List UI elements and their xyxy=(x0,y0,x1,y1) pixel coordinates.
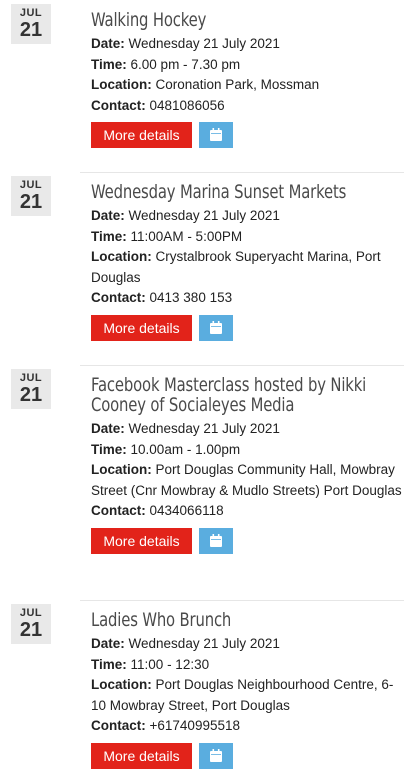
calendar-icon xyxy=(210,320,222,334)
date-day: 21 xyxy=(19,384,43,406)
event-date: Wednesday 21 July 2021 xyxy=(128,421,280,436)
more-details-button[interactable]: More details xyxy=(91,314,192,341)
date-day: 21 xyxy=(19,191,43,213)
more-details-button[interactable]: More details xyxy=(91,742,192,769)
time-label: Time: xyxy=(91,656,127,672)
contact-label: Contact: xyxy=(91,97,146,113)
date-badge: JUL 21 xyxy=(11,369,51,409)
date-badge: JUL 21 xyxy=(11,4,51,44)
event-location: Coronation Park, Mossman xyxy=(155,77,320,92)
event-time: 11:00 - 12:30 xyxy=(130,656,210,672)
location-label: Location: xyxy=(91,677,152,692)
time-label: Time: xyxy=(91,228,127,244)
more-details-button[interactable]: More details xyxy=(91,122,192,148)
add-to-calendar-button[interactable] xyxy=(199,527,233,554)
add-to-calendar-button[interactable] xyxy=(199,122,233,148)
location-label: Location: xyxy=(91,77,152,92)
calendar-icon xyxy=(210,748,222,762)
location-label: Location: xyxy=(91,249,152,264)
date-label: Date: xyxy=(91,208,125,223)
event-time: 11:00AM - 5:00PM xyxy=(130,228,243,244)
event-title[interactable]: Wednesday Marina Sunset Markets xyxy=(91,172,403,202)
date-day: 21 xyxy=(19,19,43,41)
date-month: JUL xyxy=(19,607,43,619)
time-label: Time: xyxy=(91,441,127,457)
event-title[interactable]: Walking Hockey xyxy=(91,0,403,30)
location-label: Location: xyxy=(91,462,152,477)
date-label: Date: xyxy=(91,421,125,436)
event-date: Wednesday 21 July 2021 xyxy=(128,36,280,51)
event-date: Wednesday 21 July 2021 xyxy=(128,636,280,651)
add-to-calendar-button[interactable] xyxy=(199,314,233,341)
event-contact: 0413 380 153 xyxy=(149,290,233,305)
date-label: Date: xyxy=(91,36,125,51)
date-month: JUL xyxy=(19,179,43,191)
event-date: Wednesday 21 July 2021 xyxy=(128,208,280,223)
contact-label: Contact: xyxy=(91,503,146,518)
add-to-calendar-button[interactable] xyxy=(199,742,233,769)
event-title[interactable]: Ladies Who Brunch xyxy=(91,600,403,630)
event-contact: 0434066118 xyxy=(149,503,224,518)
date-label: Date: xyxy=(91,636,125,651)
event-contact: 0481086056 xyxy=(149,97,225,113)
date-badge: JUL 21 xyxy=(11,176,51,216)
event-title[interactable]: Facebook Masterclass hosted by Nikki Coo… xyxy=(91,365,403,415)
more-details-button[interactable]: More details xyxy=(91,527,192,554)
calendar-icon xyxy=(210,533,222,547)
event-contact: +61740995518 xyxy=(149,718,240,733)
date-badge: JUL 21 xyxy=(11,604,51,644)
event-time: 6.00 pm - 7.30 pm xyxy=(130,56,241,72)
time-label: Time: xyxy=(91,56,127,72)
contact-label: Contact: xyxy=(91,290,146,305)
date-month: JUL xyxy=(19,7,43,19)
event-time: 10.00am - 1.00pm xyxy=(130,441,241,457)
date-day: 21 xyxy=(19,619,43,641)
date-month: JUL xyxy=(19,372,43,384)
contact-label: Contact: xyxy=(91,718,146,733)
calendar-icon xyxy=(210,128,222,141)
